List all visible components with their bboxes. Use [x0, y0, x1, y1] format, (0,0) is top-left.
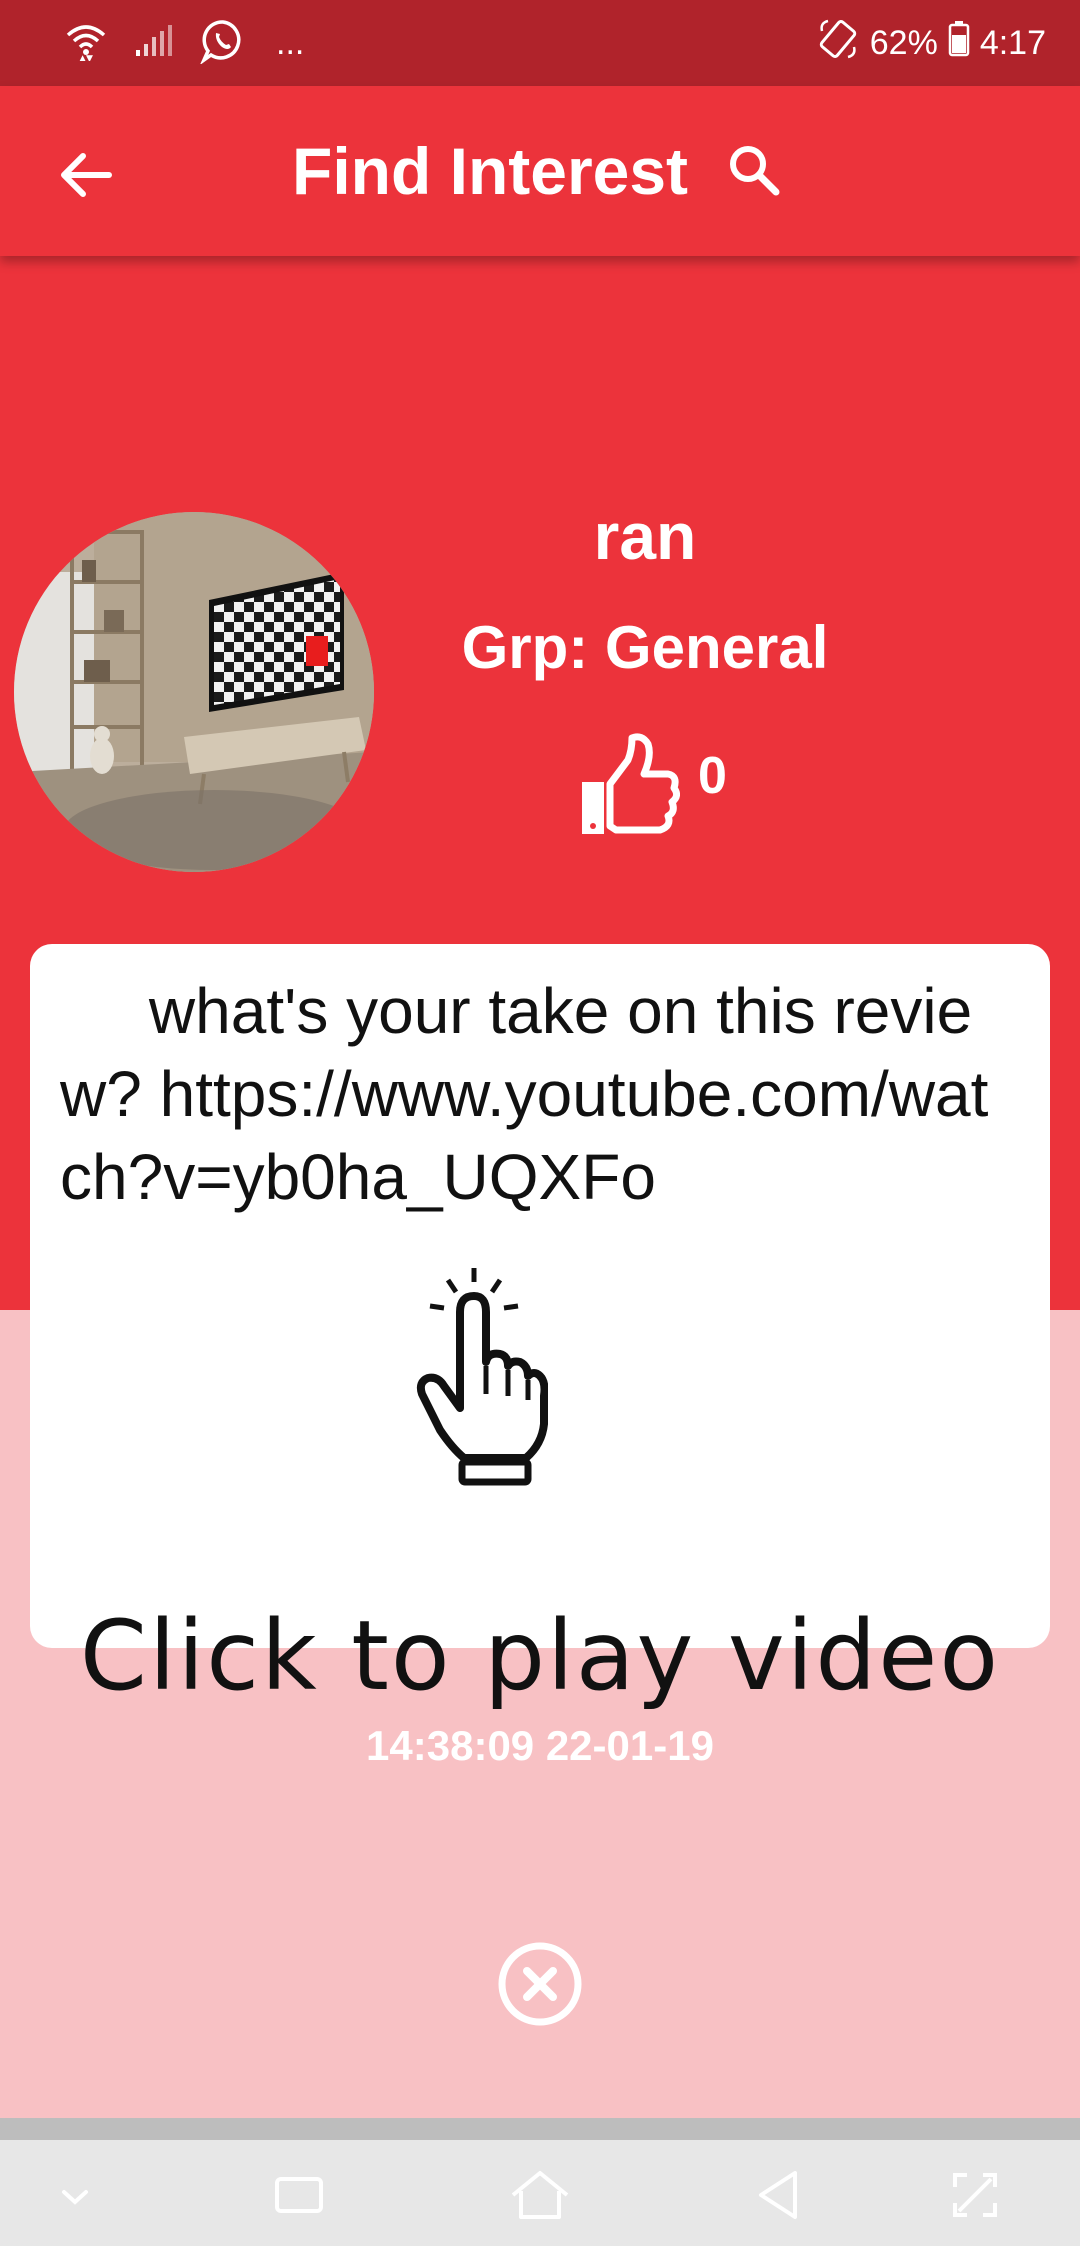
signal-icon: [134, 24, 174, 63]
rotate-icon: [816, 17, 860, 70]
post-text: what's your take on this review? https:/…: [60, 975, 989, 1213]
battery-percent: 62%: [869, 23, 938, 62]
back-triangle-icon[interactable]: [744, 2160, 814, 2230]
navigation-bar: [0, 2140, 1080, 2246]
post-timestamp: 14:38:09 22-01-19: [366, 1722, 714, 1769]
battery-icon: [948, 20, 970, 66]
arrow-left-icon: [57, 150, 113, 205]
pointer-hand-icon: [408, 1262, 549, 1486]
divider: [0, 2118, 1080, 2140]
play-video-hint[interactable]: Click to play video: [0, 1600, 1080, 1712]
expand-icon[interactable]: [940, 2160, 1010, 2230]
svg-text:▲▼: ▲▼: [79, 54, 93, 61]
search-icon: [724, 140, 784, 205]
thumbs-up-icon[interactable]: [576, 730, 681, 840]
page-title: Find Interest: [292, 134, 689, 208]
avatar[interactable]: [14, 512, 374, 872]
status-more-indicator: ...: [276, 24, 305, 62]
chevron-down-icon[interactable]: [40, 2160, 110, 2230]
close-button[interactable]: [496, 1940, 584, 2028]
clock: 4:17: [979, 23, 1046, 62]
whatsapp-icon: [199, 18, 246, 69]
user-name: ran: [593, 499, 697, 573]
search-button[interactable]: [716, 134, 792, 210]
user-group: Grp: General: [461, 614, 829, 681]
wifi-icon: ▲▼: [64, 21, 108, 66]
app-bar: Find Interest: [0, 86, 1080, 256]
recent-apps-icon[interactable]: [264, 2160, 334, 2230]
home-icon[interactable]: [505, 2160, 575, 2230]
back-button[interactable]: [40, 132, 130, 222]
like-count: 0: [698, 747, 727, 805]
status-bar: ▲▼ ... 62% 4:17: [0, 0, 1080, 86]
close-icon: [496, 1942, 584, 2032]
